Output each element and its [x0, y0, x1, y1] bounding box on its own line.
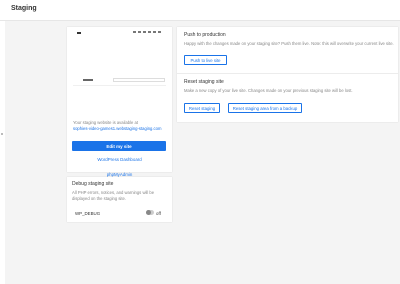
reset-from-backup-button[interactable]: Reset staging area from a backup	[228, 103, 302, 113]
toggle-knob	[146, 210, 151, 215]
preview-text	[83, 79, 93, 81]
preview-logo	[77, 32, 81, 34]
availability-label: Your staging website is available at	[73, 120, 139, 125]
site-preview-thumbnail[interactable]	[73, 30, 166, 86]
reset-staging-button[interactable]: Reset staging	[184, 103, 220, 113]
preview-nav	[133, 31, 163, 33]
preview-input	[113, 78, 165, 82]
reset-description: Make a new copy of your live site. Chang…	[184, 88, 353, 93]
top-bar: Staging	[0, 0, 400, 21]
wp-debug-label: WP_DEBUG	[75, 211, 101, 216]
section-divider	[177, 73, 398, 74]
edit-my-site-button[interactable]: Edit my site	[72, 141, 166, 151]
reset-title: Reset staging site	[184, 79, 224, 85]
wp-debug-toggle[interactable]	[146, 210, 154, 215]
staging-site-card: Your staging website is available at sop…	[67, 27, 173, 190]
push-to-live-button[interactable]: Push to live site	[184, 55, 227, 65]
rail-indicator	[1, 133, 3, 135]
debug-title: Debug staging site	[72, 181, 114, 187]
wordpress-dashboard-link[interactable]: WordPress Dashboard	[67, 157, 172, 162]
debug-description: All PHP errors, notices, and warnings wi…	[72, 190, 155, 201]
left-rail	[0, 21, 5, 284]
debug-card: Debug staging site All PHP errors, notic…	[67, 177, 172, 222]
page-title: Staging	[11, 5, 37, 12]
push-description: Happy with the changes made on your stag…	[184, 41, 394, 46]
staging-availability-text: Your staging website is available at sop…	[73, 120, 173, 132]
actions-card: Push to production Happy with the change…	[177, 27, 398, 122]
staging-url-link[interactable]: sophies-video-games1.webstaging-staging.…	[73, 126, 161, 131]
push-title: Push to production	[184, 32, 226, 38]
toggle-state-text: off	[156, 211, 161, 216]
